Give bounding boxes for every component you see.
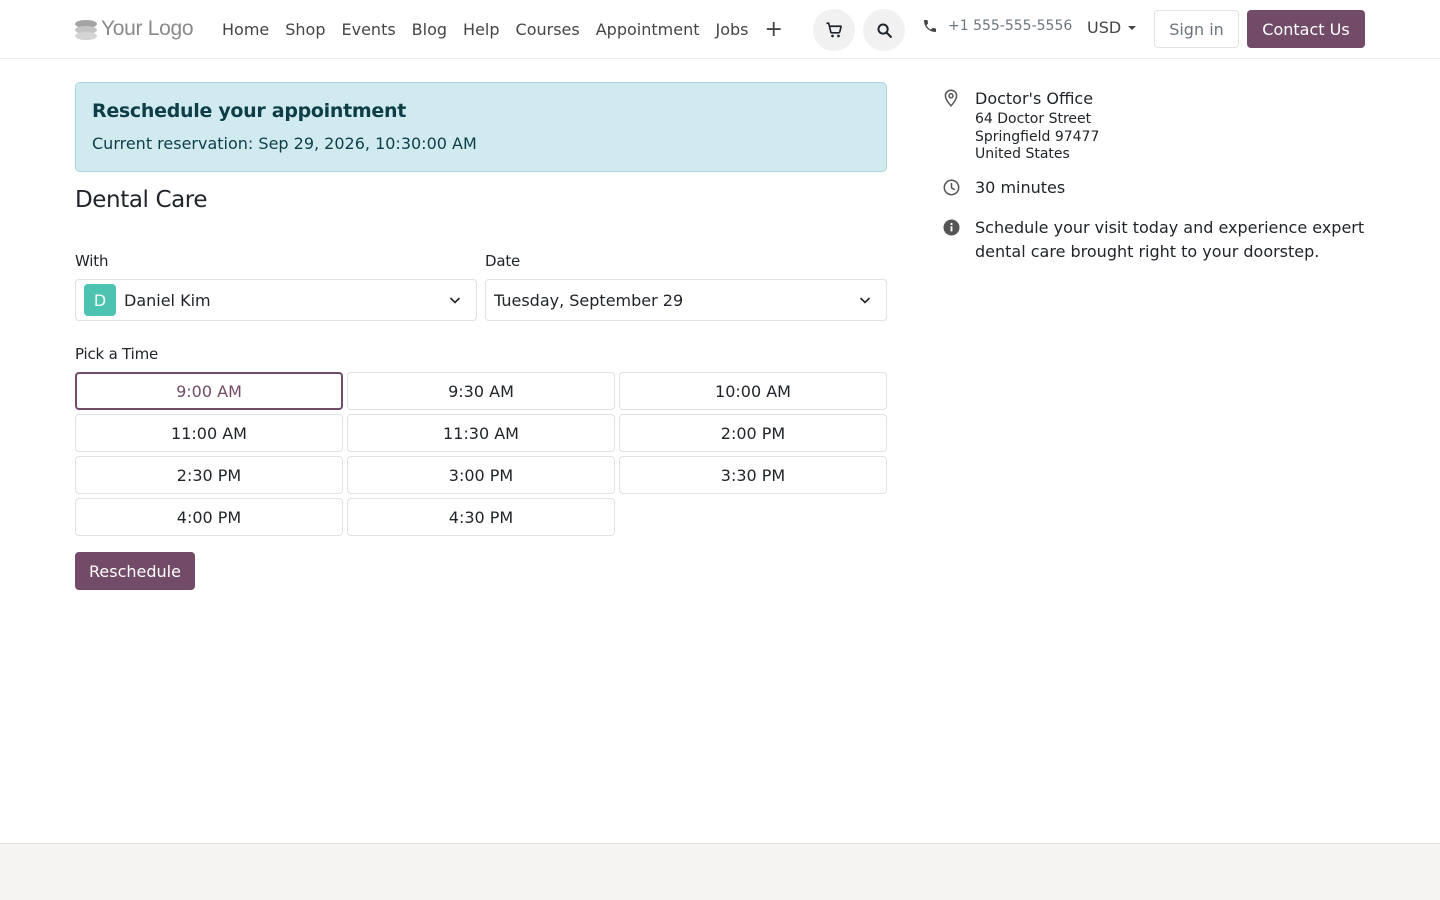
address-line: 64 Doctor Street [975, 111, 1092, 127]
address-line: Springfield 97477 [975, 129, 1100, 145]
cart-button[interactable] [813, 9, 855, 51]
nav-help[interactable]: Help [455, 20, 507, 39]
nav-blog[interactable]: Blog [404, 20, 455, 39]
info-icon [942, 218, 960, 236]
nav-appointment[interactable]: Appointment [588, 20, 708, 39]
page-title: Dental Care [75, 187, 208, 213]
with-label: With [75, 252, 109, 270]
location-name: Doctor's Office [975, 89, 1094, 108]
duration: 30 minutes [975, 178, 1066, 197]
reschedule-button[interactable]: Reschedule [75, 552, 195, 590]
time-slot[interactable]: 9:30 AM [347, 372, 615, 410]
time-slot[interactable]: 2:00 PM [619, 414, 887, 452]
caret-down-icon [1128, 25, 1137, 30]
nav-jobs[interactable]: Jobs [707, 20, 756, 39]
avatar: D [84, 284, 116, 316]
current-reservation: Current reservation: Sep 29, 2026, 10:30… [92, 134, 477, 153]
clock-icon [942, 178, 960, 196]
footer [0, 843, 1440, 900]
alert-title: Reschedule your appointment [92, 100, 406, 122]
logo-text: Your Logo [101, 17, 194, 40]
cart-icon [826, 22, 842, 38]
time-slot[interactable]: 11:00 AM [75, 414, 343, 452]
appointment-description: Schedule your visit today and experience… [975, 218, 1365, 261]
phone-number: +1 555-555-5556 [948, 18, 1073, 34]
time-slot[interactable]: 11:30 AM [347, 414, 615, 452]
chevron-down-icon [859, 297, 871, 304]
logo-icon [75, 18, 97, 40]
plus-icon[interactable]: + [756, 18, 790, 41]
staff-name: Daniel Kim [124, 290, 211, 310]
time-slot[interactable]: 3:00 PM [347, 456, 615, 494]
time-slot[interactable]: 4:30 PM [347, 498, 615, 536]
map-pin-icon [942, 89, 960, 107]
search-button[interactable] [863, 9, 905, 51]
date-value: Tuesday, September 29 [494, 290, 684, 310]
time-slot[interactable]: 9:00 AM [75, 372, 343, 410]
date-label: Date [485, 252, 521, 270]
chevron-down-icon [449, 297, 461, 304]
time-slot[interactable]: 2:30 PM [75, 456, 343, 494]
main-nav: Home Shop Events Blog Help Courses Appoi… [214, 0, 791, 59]
time-slot[interactable]: 10:00 AM [619, 372, 887, 410]
address-line: United States [975, 146, 1070, 162]
pick-time-label: Pick a Time [75, 345, 159, 363]
nav-courses[interactable]: Courses [508, 20, 588, 39]
time-slot[interactable]: 3:30 PM [619, 456, 887, 494]
site-header: Your Logo Home Shop Events Blog Help Cou… [0, 0, 1440, 59]
date-select[interactable]: Tuesday, September 29 [485, 279, 887, 321]
phone-icon [924, 20, 936, 32]
time-slot[interactable]: 4:00 PM [75, 498, 343, 536]
currency-dropdown[interactable]: USD [1087, 18, 1137, 37]
sign-in-button[interactable]: Sign in [1154, 10, 1239, 48]
nav-home[interactable]: Home [214, 20, 277, 39]
nav-shop[interactable]: Shop [277, 20, 333, 39]
logo[interactable]: Your Logo [75, 16, 194, 42]
currency-label: USD [1087, 18, 1122, 37]
reschedule-alert: Reschedule your appointment Current rese… [75, 82, 887, 172]
nav-events[interactable]: Events [334, 20, 404, 39]
contact-us-button[interactable]: Contact Us [1247, 10, 1365, 48]
phone-link[interactable]: +1 555-555-5556 [922, 18, 1072, 34]
search-icon [876, 22, 892, 38]
staff-select[interactable]: D Daniel Kim [75, 279, 477, 321]
